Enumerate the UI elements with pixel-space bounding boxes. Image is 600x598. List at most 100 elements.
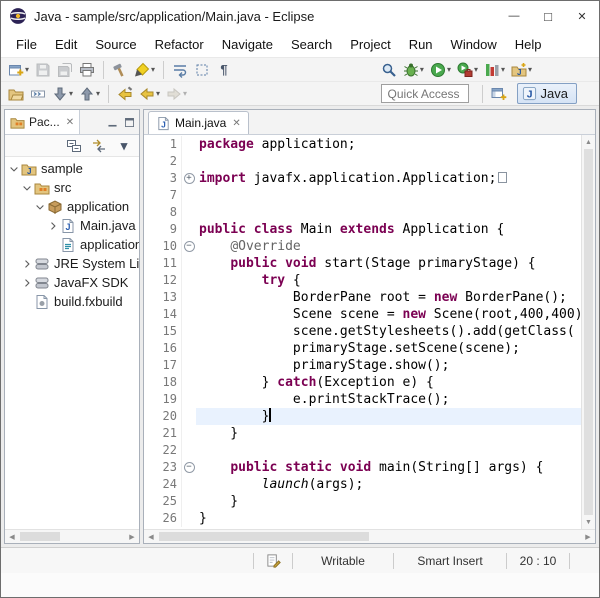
scroll-left-icon[interactable]: ◀ bbox=[5, 530, 19, 543]
explorer-horizontal-scrollbar[interactable]: ◀ ▶ bbox=[5, 529, 139, 543]
marker-gutter[interactable] bbox=[144, 408, 156, 425]
menu-source[interactable]: Source bbox=[86, 33, 145, 56]
collapse-all-button[interactable] bbox=[64, 136, 84, 156]
menu-refactor[interactable]: Refactor bbox=[146, 33, 213, 56]
dropdown-arrow-icon[interactable]: ▾ bbox=[183, 89, 187, 98]
scrollbar-thumb[interactable] bbox=[20, 532, 60, 541]
dropdown-arrow-icon[interactable]: ▾ bbox=[420, 65, 424, 74]
last-edit-location-button[interactable] bbox=[115, 84, 135, 104]
scrollbar-thumb[interactable] bbox=[584, 149, 593, 515]
code-line-9[interactable]: public class Main extends Application { bbox=[196, 221, 581, 238]
marker-gutter[interactable] bbox=[144, 476, 156, 493]
minimize-button[interactable]: — bbox=[497, 1, 531, 31]
coverage-button[interactable]: ▾ bbox=[482, 60, 507, 80]
scroll-down-icon[interactable]: ▼ bbox=[582, 515, 595, 529]
save-button[interactable] bbox=[33, 60, 53, 80]
code-line-3[interactable]: import javafx.application.Application; bbox=[196, 170, 581, 187]
code-line-14[interactable]: Scene scene = new Scene(root,400,400); bbox=[196, 306, 581, 323]
code-line-10[interactable]: @Override bbox=[196, 238, 581, 255]
code-line-17[interactable]: primaryStage.show(); bbox=[196, 357, 581, 374]
marker-gutter[interactable] bbox=[144, 391, 156, 408]
tree-item-application[interactable]: application bbox=[5, 197, 139, 216]
next-annotation-button[interactable]: ▾ bbox=[50, 84, 75, 104]
fold-collapse-icon[interactable]: − bbox=[184, 462, 195, 473]
fold-expand-icon[interactable]: + bbox=[184, 173, 195, 184]
code-editor[interactable]: 1package application;23+import javafx.ap… bbox=[144, 135, 581, 529]
code-line-2[interactable] bbox=[196, 153, 581, 170]
tree-item-main-java[interactable]: JMain.java bbox=[5, 216, 139, 235]
link-editor-button[interactable] bbox=[89, 136, 109, 156]
dropdown-arrow-icon[interactable]: ▾ bbox=[528, 65, 532, 74]
folded-region-indicator[interactable] bbox=[498, 172, 507, 183]
marker-gutter[interactable] bbox=[144, 493, 156, 510]
save-all-button[interactable] bbox=[55, 60, 75, 80]
code-line-22[interactable] bbox=[196, 442, 581, 459]
run-button[interactable]: ▾ bbox=[428, 60, 453, 80]
maximize-view-button[interactable] bbox=[122, 115, 137, 130]
marker-gutter[interactable] bbox=[144, 425, 156, 442]
tree-item-jre-system-library[interactable]: JRE System Library bbox=[5, 254, 139, 273]
dropdown-arrow-icon[interactable]: ▾ bbox=[151, 65, 155, 74]
tree-item-application-css[interactable]: application.css bbox=[5, 235, 139, 254]
menu-navigate[interactable]: Navigate bbox=[213, 33, 282, 56]
open-perspective-button[interactable] bbox=[489, 84, 509, 104]
tree-item-src[interactable]: src bbox=[5, 178, 139, 197]
marker-gutter[interactable] bbox=[144, 374, 156, 391]
marker-gutter[interactable] bbox=[144, 204, 156, 221]
marker-gutter[interactable] bbox=[144, 510, 156, 527]
print-button[interactable] bbox=[77, 60, 97, 80]
code-line-8[interactable] bbox=[196, 204, 581, 221]
tree-item-javafx-sdk[interactable]: JavaFX SDK bbox=[5, 273, 139, 292]
marker-gutter[interactable] bbox=[144, 238, 156, 255]
back-button[interactable]: ▾ bbox=[137, 84, 162, 104]
scroll-right-icon[interactable]: ▶ bbox=[125, 530, 139, 543]
marker-gutter[interactable] bbox=[144, 272, 156, 289]
code-line-11[interactable]: public void start(Stage primaryStage) { bbox=[196, 255, 581, 272]
dropdown-arrow-icon[interactable]: ▾ bbox=[447, 65, 451, 74]
java-perspective-button[interactable]: J Java bbox=[517, 83, 577, 104]
show-whitespace-button[interactable]: ¶ bbox=[214, 60, 234, 80]
previous-annotation-button[interactable]: ▾ bbox=[77, 84, 102, 104]
marker-gutter[interactable] bbox=[144, 187, 156, 204]
scroll-left-icon[interactable]: ◀ bbox=[144, 530, 158, 543]
code-line-26[interactable]: } bbox=[196, 510, 581, 527]
package-explorer-tab[interactable]: Pac... ✕ bbox=[5, 110, 80, 134]
code-line-23[interactable]: public static void main(String[] args) { bbox=[196, 459, 581, 476]
dropdown-arrow-icon[interactable]: ▾ bbox=[69, 89, 73, 98]
dropdown-arrow-icon[interactable]: ▾ bbox=[474, 65, 478, 74]
scrollbar-thumb[interactable] bbox=[159, 532, 369, 541]
view-menu-button[interactable]: ▾ bbox=[114, 136, 134, 156]
new-button[interactable]: ▾ bbox=[6, 60, 31, 80]
editor-vertical-scrollbar[interactable]: ▲ ▼ bbox=[581, 135, 595, 529]
close-editor-icon[interactable]: ✕ bbox=[232, 118, 240, 129]
marker-gutter[interactable] bbox=[144, 153, 156, 170]
fold-gutter[interactable]: − bbox=[182, 459, 196, 476]
marker-gutter[interactable] bbox=[144, 442, 156, 459]
menu-edit[interactable]: Edit bbox=[46, 33, 86, 56]
code-line-12[interactable]: try { bbox=[196, 272, 581, 289]
fold-collapse-icon[interactable]: − bbox=[184, 241, 195, 252]
code-line-13[interactable]: BorderPane root = new BorderPane(); bbox=[196, 289, 581, 306]
marker-gutter[interactable] bbox=[144, 170, 156, 187]
dropdown-arrow-icon[interactable]: ▾ bbox=[25, 65, 29, 74]
fold-gutter[interactable]: − bbox=[182, 238, 196, 255]
chevron-right-icon[interactable] bbox=[20, 256, 33, 272]
menu-help[interactable]: Help bbox=[506, 33, 551, 56]
chevron-right-icon[interactable] bbox=[46, 218, 59, 234]
close-view-icon[interactable]: ✕ bbox=[66, 117, 74, 128]
marker-gutter[interactable] bbox=[144, 289, 156, 306]
editor-tab-main-java[interactable]: J Main.java ✕ bbox=[148, 111, 249, 134]
marker-gutter[interactable] bbox=[144, 323, 156, 340]
code-line-20[interactable]: } bbox=[196, 408, 581, 425]
menu-run[interactable]: Run bbox=[400, 33, 442, 56]
menu-search[interactable]: Search bbox=[282, 33, 341, 56]
forward-button[interactable]: ▾ bbox=[164, 84, 189, 104]
code-line-24[interactable]: launch(args); bbox=[196, 476, 581, 493]
marker-gutter[interactable] bbox=[144, 459, 156, 476]
code-line-25[interactable]: } bbox=[196, 493, 581, 510]
marker-gutter[interactable] bbox=[144, 255, 156, 272]
external-tools-button[interactable]: ▾ bbox=[455, 60, 480, 80]
marker-gutter[interactable] bbox=[144, 340, 156, 357]
code-line-7[interactable] bbox=[196, 187, 581, 204]
code-line-16[interactable]: primaryStage.setScene(scene); bbox=[196, 340, 581, 357]
